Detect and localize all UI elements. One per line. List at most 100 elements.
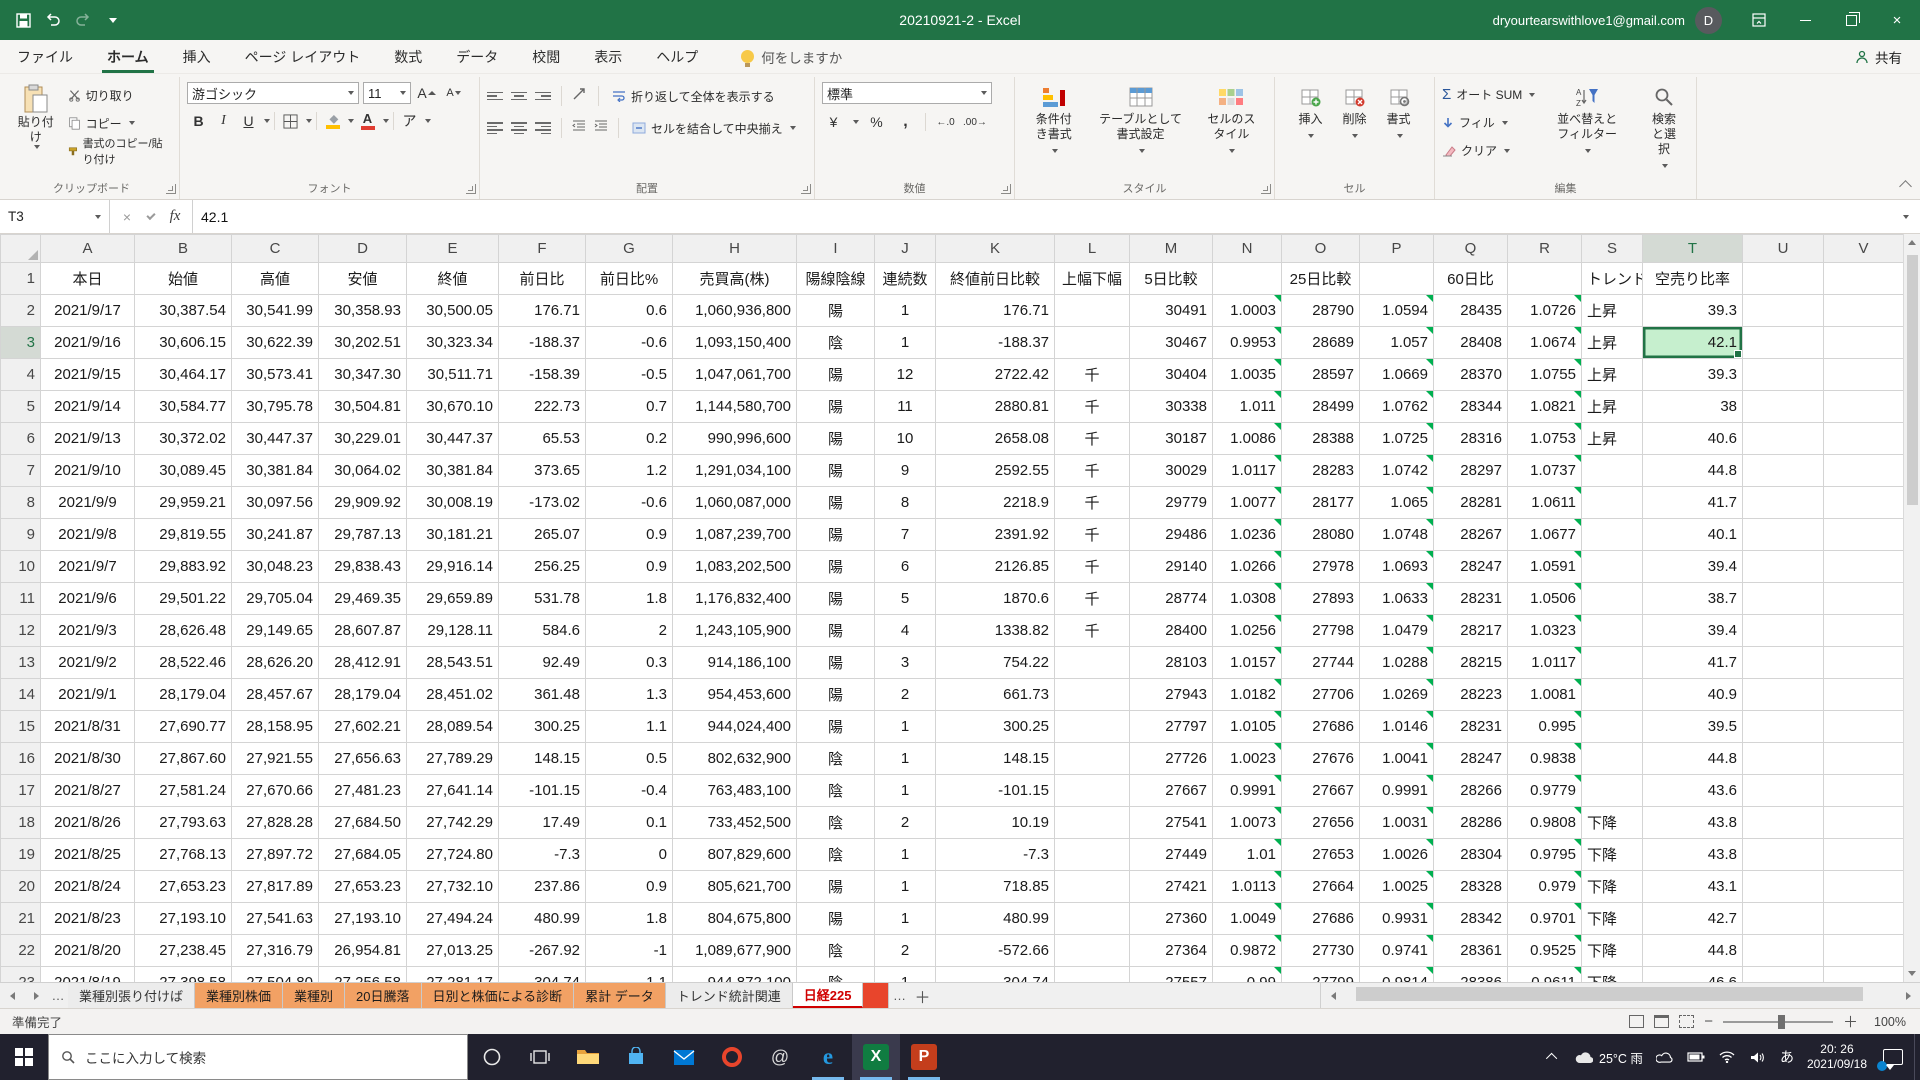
cell-C22[interactable]: 27,316.79	[232, 935, 319, 967]
cell-U6[interactable]	[1743, 423, 1824, 455]
cell-R12[interactable]: 1.0323	[1508, 615, 1582, 647]
cell-I17[interactable]: 陰	[797, 775, 875, 807]
cell-P5[interactable]: 1.0762	[1360, 391, 1434, 423]
cell-F4[interactable]: -158.39	[499, 359, 586, 391]
cell-C16[interactable]: 27,921.55	[232, 743, 319, 775]
cell-F11[interactable]: 531.78	[499, 583, 586, 615]
row-header-11[interactable]: 11	[1, 583, 41, 615]
cell-D21[interactable]: 27,193.10	[319, 903, 407, 935]
show-desktop-button[interactable]	[1914, 1034, 1920, 1080]
cell-C23[interactable]: 27,504.80	[232, 967, 319, 983]
cell-F2[interactable]: 176.71	[499, 295, 586, 327]
cell-P22[interactable]: 0.9741	[1360, 935, 1434, 967]
cell-P13[interactable]: 1.0288	[1360, 647, 1434, 679]
cell-G9[interactable]: 0.9	[586, 519, 673, 551]
cell-M16[interactable]: 27726	[1130, 743, 1213, 775]
autosum-button[interactable]: Σ オート SUM	[1442, 84, 1535, 105]
cell-O23[interactable]: 27799	[1282, 967, 1360, 983]
cell-V10[interactable]	[1824, 551, 1904, 583]
cell-F17[interactable]: -101.15	[499, 775, 586, 807]
row-header-14[interactable]: 14	[1, 679, 41, 711]
cell-R23[interactable]: 0.9611	[1508, 967, 1582, 983]
cell-V16[interactable]	[1824, 743, 1904, 775]
cell-L23[interactable]	[1055, 967, 1130, 983]
cell-L16[interactable]	[1055, 743, 1130, 775]
cell-A18[interactable]: 2021/8/26	[41, 807, 135, 839]
cell-K15[interactable]: 300.25	[936, 711, 1055, 743]
cell-E6[interactable]: 30,447.37	[407, 423, 499, 455]
volume-icon[interactable]	[1749, 1048, 1767, 1066]
cell-A16[interactable]: 2021/8/30	[41, 743, 135, 775]
cell-L20[interactable]	[1055, 871, 1130, 903]
cell-K21[interactable]: 480.99	[936, 903, 1055, 935]
tab-scroll-left-button[interactable]	[0, 983, 24, 1008]
cell-Q10[interactable]: 28247	[1434, 551, 1508, 583]
ribbon-display-options-button[interactable]	[1736, 0, 1782, 40]
cell-J14[interactable]: 2	[875, 679, 936, 711]
ribbon-tab-4[interactable]: 数式	[377, 40, 439, 73]
cell-D14[interactable]: 28,179.04	[319, 679, 407, 711]
cell-C13[interactable]: 28,626.20	[232, 647, 319, 679]
cell-C14[interactable]: 28,457.67	[232, 679, 319, 711]
cell-P16[interactable]: 1.0041	[1360, 743, 1434, 775]
cell-E1[interactable]: 終値	[407, 263, 499, 295]
cell-I6[interactable]: 陽	[797, 423, 875, 455]
percent-format-button[interactable]: %	[865, 111, 888, 133]
cell-G21[interactable]: 1.8	[586, 903, 673, 935]
cell-I11[interactable]: 陽	[797, 583, 875, 615]
battery-icon[interactable]	[1687, 1048, 1705, 1066]
vertical-scroll-thumb[interactable]	[1907, 255, 1918, 505]
cell-R3[interactable]: 1.0674	[1508, 327, 1582, 359]
cell-D6[interactable]: 30,229.01	[319, 423, 407, 455]
row-header-8[interactable]: 8	[1, 487, 41, 519]
sheet-tab-トレンド統計関連[interactable]: トレンド統計関連	[666, 983, 793, 1008]
cell-D23[interactable]: 27,256.58	[319, 967, 407, 983]
cell-Q23[interactable]: 28386	[1434, 967, 1508, 983]
cell-E5[interactable]: 30,670.10	[407, 391, 499, 423]
cell-I5[interactable]: 陽	[797, 391, 875, 423]
cell-B23[interactable]: 27,398.58	[135, 967, 232, 983]
align-bottom-button[interactable]	[535, 92, 551, 101]
cell-A5[interactable]: 2021/9/14	[41, 391, 135, 423]
cell-U10[interactable]	[1743, 551, 1824, 583]
close-button[interactable]: ×	[1874, 0, 1920, 40]
cell-M17[interactable]: 27667	[1130, 775, 1213, 807]
cell-G11[interactable]: 1.8	[586, 583, 673, 615]
column-header-H[interactable]: H	[673, 235, 797, 263]
fill-color-button[interactable]	[321, 110, 344, 132]
cell-Q18[interactable]: 28286	[1434, 807, 1508, 839]
cell-K6[interactable]: 2658.08	[936, 423, 1055, 455]
cell-D1[interactable]: 安値	[319, 263, 407, 295]
cell-N21[interactable]: 1.0049	[1213, 903, 1282, 935]
cell-H10[interactable]: 1,083,202,500	[673, 551, 797, 583]
cell-G22[interactable]: -1	[586, 935, 673, 967]
cell-R8[interactable]: 1.0611	[1508, 487, 1582, 519]
cell-J7[interactable]: 9	[875, 455, 936, 487]
cell-U14[interactable]	[1743, 679, 1824, 711]
weather-widget[interactable]: 25°C 雨	[1575, 1048, 1643, 1067]
cell-S5[interactable]: 上昇	[1582, 391, 1643, 423]
cell-T15[interactable]: 39.5	[1643, 711, 1743, 743]
cell-E23[interactable]: 27,281.17	[407, 967, 499, 983]
cell-I12[interactable]: 陽	[797, 615, 875, 647]
cell-R16[interactable]: 0.9838	[1508, 743, 1582, 775]
cell-V4[interactable]	[1824, 359, 1904, 391]
cell-S8[interactable]	[1582, 487, 1643, 519]
cell-P12[interactable]: 1.0479	[1360, 615, 1434, 647]
taskbar-clock[interactable]: 20: 26 2021/09/18	[1807, 1042, 1867, 1072]
cell-M18[interactable]: 27541	[1130, 807, 1213, 839]
cell-K22[interactable]: -572.66	[936, 935, 1055, 967]
cell-I13[interactable]: 陽	[797, 647, 875, 679]
cell-N22[interactable]: 0.9872	[1213, 935, 1282, 967]
cell-J20[interactable]: 1	[875, 871, 936, 903]
cell-P18[interactable]: 1.0031	[1360, 807, 1434, 839]
cell-F23[interactable]: -304.74	[499, 967, 586, 983]
cell-Q19[interactable]: 28304	[1434, 839, 1508, 871]
cell-K14[interactable]: 661.73	[936, 679, 1055, 711]
cell-T19[interactable]: 43.8	[1643, 839, 1743, 871]
cell-T14[interactable]: 40.9	[1643, 679, 1743, 711]
cell-S14[interactable]	[1582, 679, 1643, 711]
tab-overflow-left[interactable]: …	[48, 983, 68, 1008]
cell-H7[interactable]: 1,291,034,100	[673, 455, 797, 487]
cell-C7[interactable]: 30,381.84	[232, 455, 319, 487]
